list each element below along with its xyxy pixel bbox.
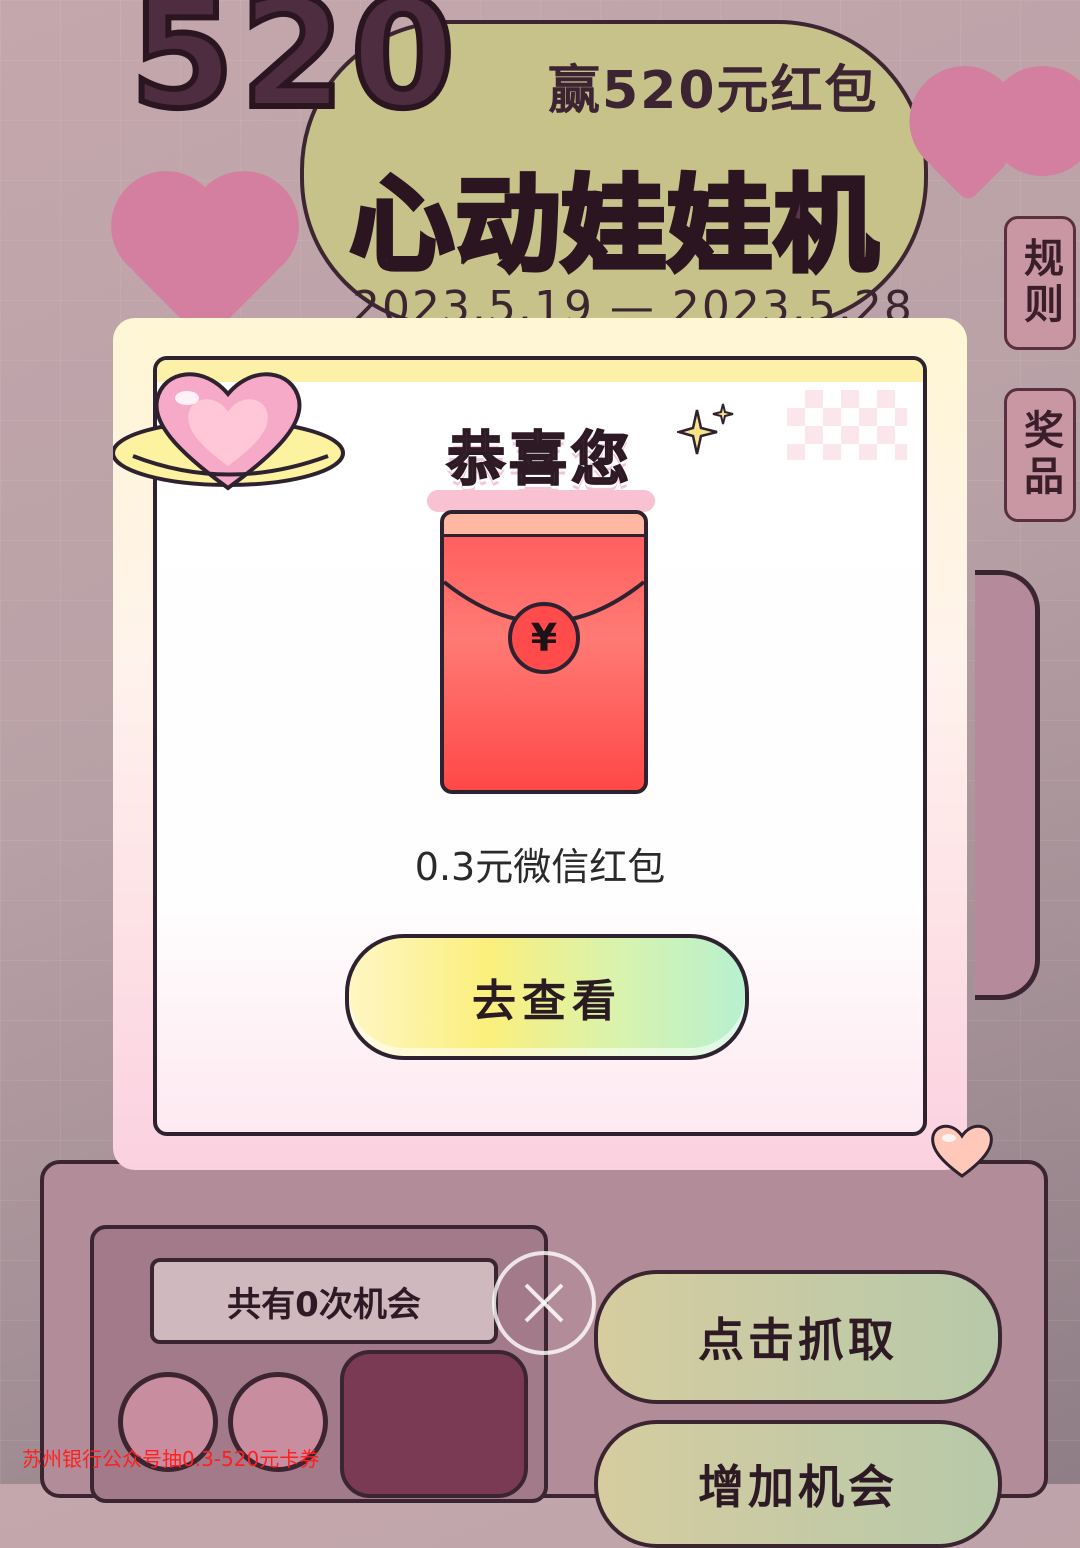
prize-dialog: 恭喜您 ¥ 0.3元微信红包 去查看 <box>113 318 993 1178</box>
prize-chute <box>340 1350 528 1498</box>
grab-button[interactable]: 点击抓取 <box>594 1270 1002 1404</box>
event-subtitle: 赢520元红包 <box>548 61 879 121</box>
heart-icon <box>931 1124 993 1178</box>
event-title: 心动娃娃机 <box>347 162 881 289</box>
watermark-text: 苏州银行公众号抽0.3-520元卡券 <box>22 1447 320 1471</box>
close-icon <box>524 1283 564 1323</box>
event-number: 520 <box>127 0 462 142</box>
machine-pipe <box>975 570 1040 1000</box>
rules-tab[interactable]: 规则 <box>1004 216 1076 350</box>
red-envelope-icon: ¥ <box>440 510 648 794</box>
close-button[interactable] <box>492 1251 596 1355</box>
chances-counter: 共有0次机会 <box>150 1258 498 1344</box>
prize-text: 0.3元微信红包 <box>414 845 666 889</box>
currency-symbol: ¥ <box>530 616 558 660</box>
view-button[interactable]: 去查看 <box>345 934 749 1060</box>
heart-planet-icon <box>113 372 345 491</box>
more-chances-button[interactable]: 增加机会 <box>594 1420 1002 1548</box>
prizes-tab[interactable]: 奖品 <box>1004 388 1076 522</box>
sparkle-icon <box>677 403 734 455</box>
yuan-coin-icon: ¥ <box>508 602 580 674</box>
